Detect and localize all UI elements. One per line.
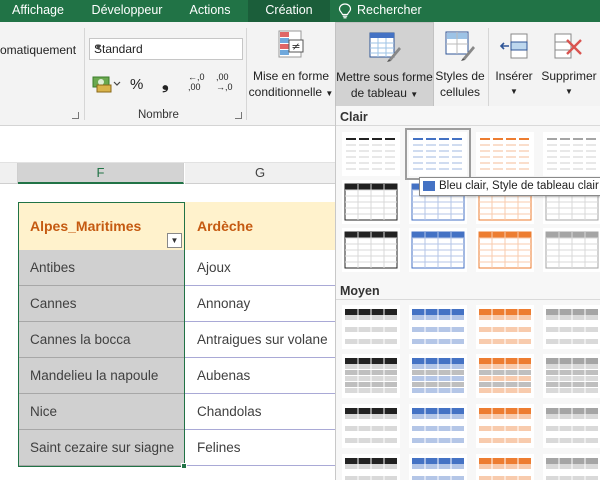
column-divider <box>184 250 185 467</box>
percent-style-button[interactable]: % <box>130 76 143 93</box>
alignment-group-launcher[interactable] <box>72 112 79 119</box>
table-cell[interactable]: Antibes <box>18 250 184 286</box>
table-style-swatch[interactable] <box>409 454 467 480</box>
table-cell[interactable]: Nice <box>18 394 184 430</box>
conditional-formatting-button[interactable]: ≠ Mise en forme conditionnelle ▼ <box>248 22 334 126</box>
table-cell[interactable]: Felines <box>185 430 335 466</box>
table-style-swatch[interactable] <box>405 128 471 180</box>
increase-decimal-button[interactable]: ←,0 ,00 <box>188 72 208 92</box>
chevron-down-icon: ▼ <box>565 87 573 96</box>
formula-bar-area <box>0 127 335 163</box>
tab-actions[interactable]: Actions <box>180 0 240 22</box>
table-cell[interactable]: Cannes <box>18 286 184 322</box>
worksheet-grid: Alpes_Maritimes ▼ Ardèche Antibes Ajoux … <box>0 185 335 480</box>
table-style-swatch[interactable] <box>409 354 467 398</box>
table-style-swatch[interactable] <box>476 305 534 349</box>
table-style-swatch[interactable] <box>342 354 400 398</box>
chevron-down-icon: ▼ <box>94 42 103 52</box>
table-style-swatch[interactable] <box>342 454 400 480</box>
table-style-swatch[interactable] <box>543 228 600 272</box>
group-separator <box>246 28 247 120</box>
insert-label: Insérer <box>495 69 533 83</box>
number-format-dropdown[interactable]: Standard ▼ <box>89 38 243 60</box>
table-style-swatch[interactable] <box>342 132 400 176</box>
gallery-section-clair: Clair <box>340 110 368 124</box>
tab-creation[interactable]: Création <box>248 0 330 22</box>
table-style-tooltip-text: Bleu clair, Style de tableau clair 2 <box>439 180 600 192</box>
group-separator <box>84 28 85 120</box>
delete-cells-icon <box>554 33 582 59</box>
table-cell[interactable]: Annonay <box>185 286 335 322</box>
table-style-tooltip: Bleu clair, Style de tableau clair 2 <box>419 177 600 196</box>
conditional-formatting-label-1: Mise en forme <box>252 69 330 83</box>
increase-decimal-bottom: ,00 <box>188 82 201 92</box>
decrease-decimal-bottom: →,0 <box>216 82 233 92</box>
chevron-down-icon: ▼ <box>510 87 518 96</box>
decrease-decimal-top: ,00 <box>216 72 229 82</box>
format-as-table-label-2: de tableau ▼ <box>350 86 419 100</box>
number-group-label: Nombre <box>138 109 179 121</box>
decrease-decimal-button[interactable]: ,00 →,0 <box>216 72 236 92</box>
table-style-swatch[interactable] <box>409 305 467 349</box>
cell-styles-icon <box>445 31 475 61</box>
chevron-down-icon: ▼ <box>410 90 419 99</box>
column-header-f[interactable]: F <box>18 163 184 184</box>
table-style-swatch[interactable] <box>543 132 600 176</box>
table-style-swatch[interactable] <box>543 454 600 480</box>
table-cell[interactable]: Chandolas <box>185 394 335 430</box>
table-style-swatch[interactable] <box>342 404 400 448</box>
filter-dropdown-icon[interactable]: ▼ <box>167 233 182 248</box>
table-style-swatch[interactable] <box>543 354 600 398</box>
insert-cells-icon <box>499 33 528 59</box>
table-cell[interactable]: Saint cezaire sur siagne <box>18 430 184 466</box>
increase-decimal-top: ←,0 <box>188 72 205 82</box>
column-header-blank <box>0 163 18 184</box>
format-as-table-icon <box>369 32 401 62</box>
table-cell[interactable]: Aubenas <box>185 358 335 394</box>
table-style-swatch[interactable] <box>476 354 534 398</box>
ribbon-tab-bar: Affichage Développeur Actions Création R… <box>0 0 600 22</box>
table-style-swatch[interactable] <box>543 305 600 349</box>
table-style-swatch[interactable] <box>342 228 400 272</box>
section-divider <box>336 125 600 126</box>
accounting-format-button[interactable] <box>92 74 122 97</box>
delete-label: Supprimer <box>541 69 597 83</box>
table-header-ardeche[interactable]: Ardèche <box>185 202 335 250</box>
table-style-swatch[interactable] <box>409 228 467 272</box>
table-header-alpes-maritimes[interactable]: Alpes_Maritimes <box>18 202 184 250</box>
number-group-launcher[interactable] <box>235 112 242 119</box>
tab-developpeur[interactable]: Développeur <box>80 0 174 22</box>
table-style-swatch[interactable] <box>476 454 534 480</box>
table-cell[interactable]: Antraigues sur volane <box>185 322 335 358</box>
table-style-swatch[interactable] <box>342 305 400 349</box>
lightbulb-icon <box>338 3 352 19</box>
wrap-text-label-truncated[interactable]: omatiquement <box>0 43 76 57</box>
table-cell[interactable]: Ajoux <box>185 250 335 286</box>
table-style-gallery: Clair Moyen <box>335 106 600 480</box>
cell-styles-label-1: Styles de <box>435 69 485 83</box>
svg-text:≠: ≠ <box>291 40 300 53</box>
comma-style-button[interactable]: ❟ <box>162 74 169 94</box>
table-style-swatch[interactable] <box>476 132 534 176</box>
conditional-format-icon: ≠ <box>278 30 304 58</box>
table-style-swatch[interactable] <box>476 228 534 272</box>
table-cell[interactable]: Cannes la bocca <box>18 322 184 358</box>
table-style-swatch[interactable] <box>409 404 467 448</box>
format-as-table-label-1: Mettre sous forme <box>336 70 433 84</box>
table-style-swatch[interactable] <box>543 404 600 448</box>
table-style-swatch[interactable] <box>476 404 534 448</box>
chevron-down-icon: ▼ <box>325 89 334 98</box>
fill-handle[interactable] <box>181 463 187 469</box>
table-style-swatch[interactable] <box>342 180 400 224</box>
tab-affichage[interactable]: Affichage <box>0 0 76 22</box>
section-divider <box>336 299 600 300</box>
tell-me-label: Rechercher <box>357 3 422 17</box>
conditional-formatting-label-2: conditionnelle ▼ <box>248 85 334 99</box>
currency-icon <box>92 76 121 93</box>
table-style-tooltip-icon <box>423 181 435 191</box>
column-header-g[interactable]: G <box>185 163 335 184</box>
gallery-section-moyen: Moyen <box>340 284 380 298</box>
table-cell[interactable]: Mandelieu la napoule <box>18 358 184 394</box>
